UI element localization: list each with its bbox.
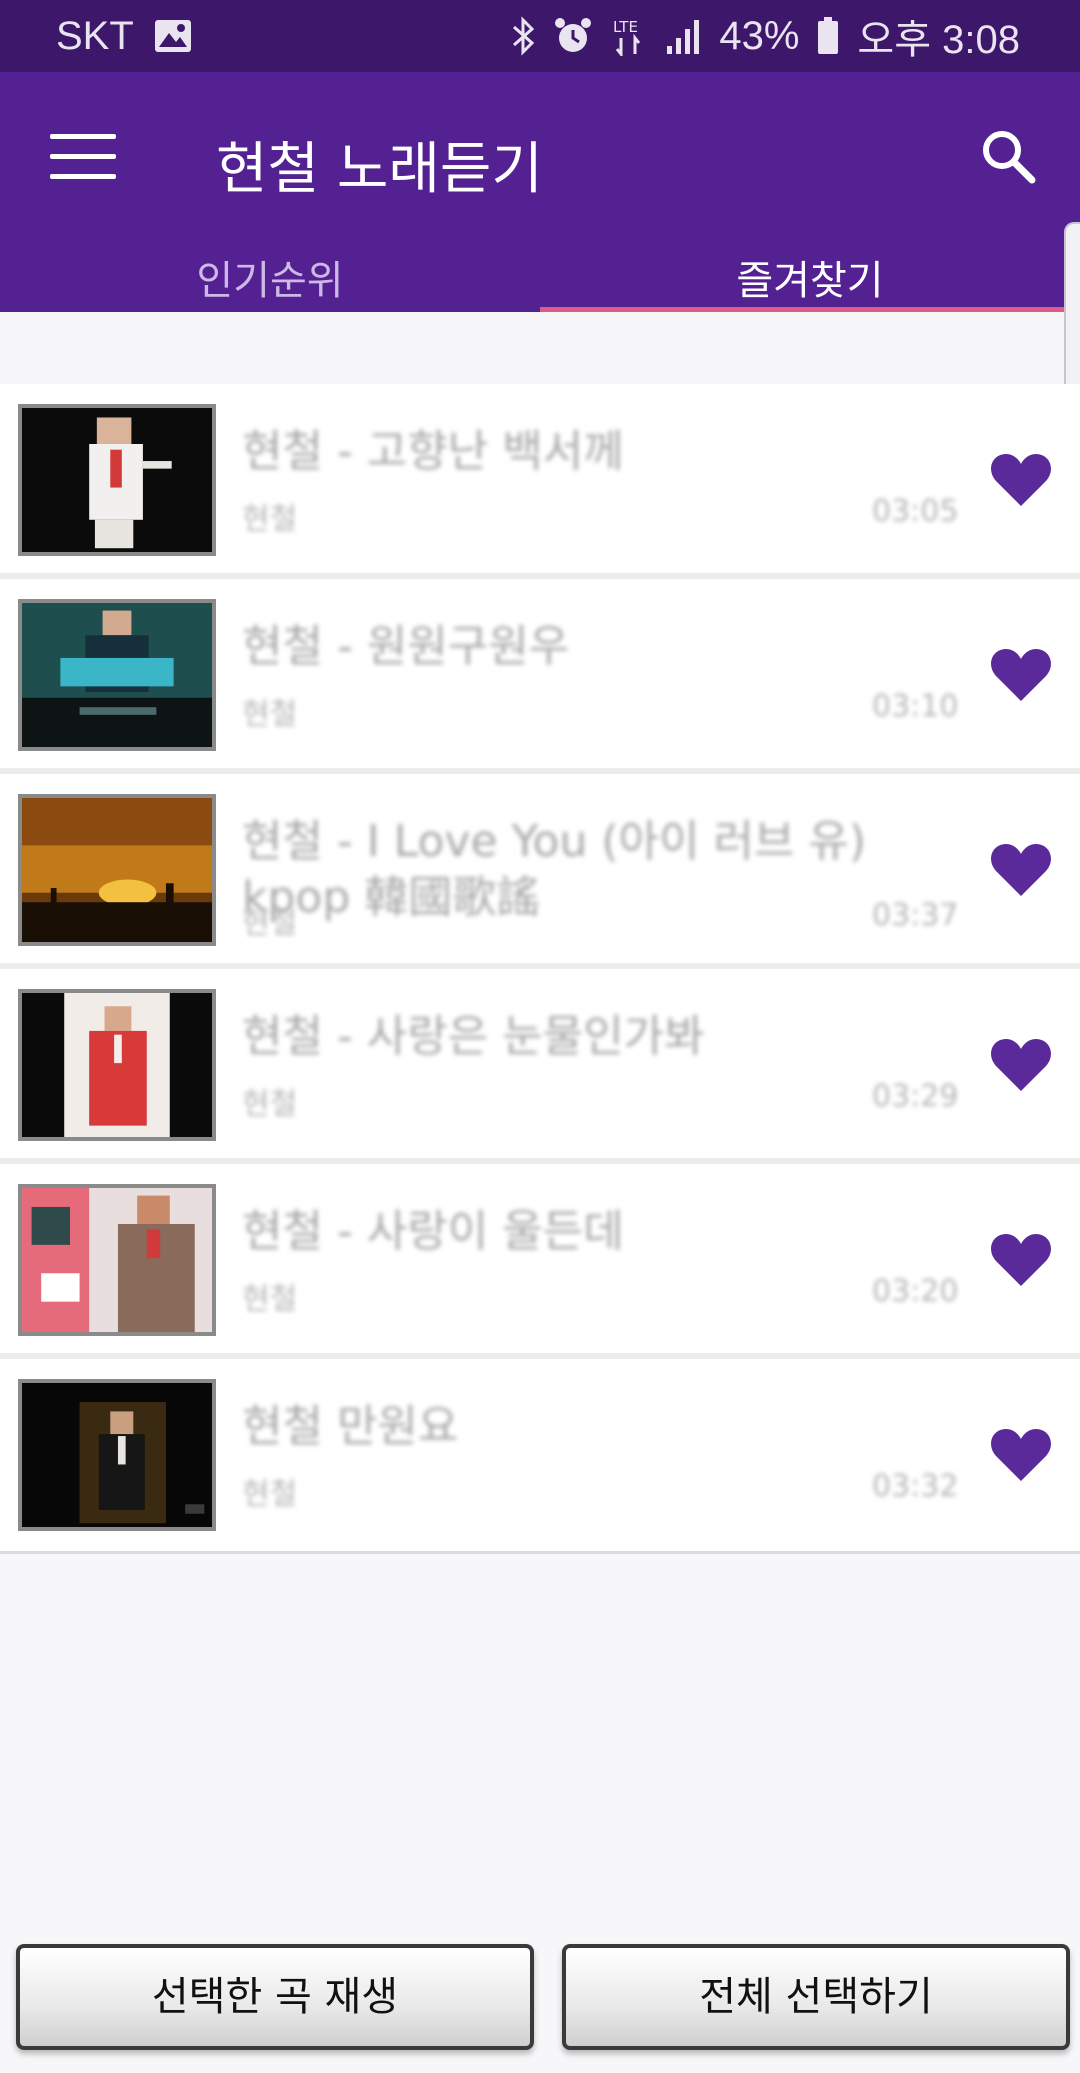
favorite-heart-icon[interactable] [990, 1037, 1052, 1093]
list-item[interactable]: 현철 만원요 현철 03:32 [0, 1359, 1080, 1554]
song-title: 현철 - 원원구원우 [242, 621, 570, 672]
bluetooth-icon [511, 16, 535, 56]
song-thumbnail [18, 404, 216, 556]
alarm-icon [553, 16, 593, 56]
song-artist: 현철 [242, 1477, 298, 1512]
favorite-heart-icon[interactable] [990, 1232, 1052, 1288]
tab-favorites[interactable]: 즐겨찾기 [540, 232, 1080, 312]
carrier-label: SKT [56, 13, 134, 58]
song-thumbnail [18, 1379, 216, 1531]
svg-text:LTE: LTE [613, 18, 638, 36]
battery-icon [817, 17, 839, 55]
app-bar: 현철 노래듣기 인기순위 즐겨찾기 [0, 72, 1080, 312]
song-duration: 03:37 [872, 898, 959, 933]
lte-icon: LTE [611, 16, 647, 56]
song-thumbnail [18, 794, 216, 946]
song-thumbnail [18, 1184, 216, 1336]
song-title: 현철 - 사랑이 울든데 [242, 1206, 624, 1257]
favorite-heart-icon[interactable] [990, 647, 1052, 703]
list-item[interactable]: 현철 - 사랑이 울든데 현철 03:20 [0, 1164, 1080, 1359]
song-title: 현철 - 사랑은 눈물인가봐 [242, 1011, 705, 1062]
list-item[interactable]: 현철 - 고향난 백서께 현철 03:05 [0, 384, 1080, 579]
song-duration: 03:10 [872, 689, 959, 724]
menu-icon[interactable] [50, 134, 116, 184]
favorite-heart-icon[interactable] [990, 1427, 1052, 1483]
song-duration: 03:05 [872, 494, 959, 529]
song-artist: 현철 [242, 1282, 298, 1317]
song-thumbnail [18, 989, 216, 1141]
song-duration: 03:29 [872, 1079, 959, 1114]
battery-percent: 43% [719, 13, 800, 58]
song-artist: 현철 [242, 1087, 298, 1122]
favorite-heart-icon[interactable] [990, 452, 1052, 508]
bottom-action-bar: 선택한 곡 재생 전체 선택하기 [0, 1934, 1080, 2073]
song-artist: 현철 [242, 906, 298, 941]
select-all-button[interactable]: 전체 선택하기 [562, 1944, 1070, 2050]
tab-popular[interactable]: 인기순위 [0, 232, 540, 312]
favorite-heart-icon[interactable] [990, 842, 1052, 898]
clock: 오후 3:08 [857, 18, 1020, 62]
page-title: 현철 노래듣기 [216, 137, 543, 202]
signal-icon [665, 18, 701, 54]
list-item[interactable]: 현철 - I Love You (아이 러브 유) kpop 韓國歌謠 현철 0… [0, 774, 1080, 969]
search-icon[interactable] [978, 126, 1038, 186]
song-duration: 03:32 [872, 1469, 959, 1504]
tab-bar: 인기순위 즐겨찾기 [0, 232, 1080, 312]
play-selected-button[interactable]: 선택한 곡 재생 [16, 1944, 534, 2050]
song-duration: 03:20 [872, 1274, 959, 1309]
image-icon [154, 19, 192, 53]
list-item[interactable]: 현철 - 사랑은 눈물인가봐 현철 03:29 [0, 969, 1080, 1164]
list-item[interactable]: 현철 - 원원구원우 현철 03:10 [0, 579, 1080, 774]
song-title: 현철 - I Love You (아이 러브 유) kpop 韓國歌謠 [242, 816, 867, 923]
song-thumbnail [18, 599, 216, 751]
song-artist: 현철 [242, 697, 298, 732]
song-artist: 현철 [242, 502, 298, 537]
song-title: 현철 - 고향난 백서께 [242, 426, 624, 477]
status-bar: SKT LTE 43% 오후 3:08 [0, 0, 1080, 72]
song-title: 현철 만원요 [242, 1401, 459, 1452]
song-list: 현철 - 고향난 백서께 현철 03:05 현철 - 원원구원우 현철 03:1… [0, 384, 1080, 1554]
